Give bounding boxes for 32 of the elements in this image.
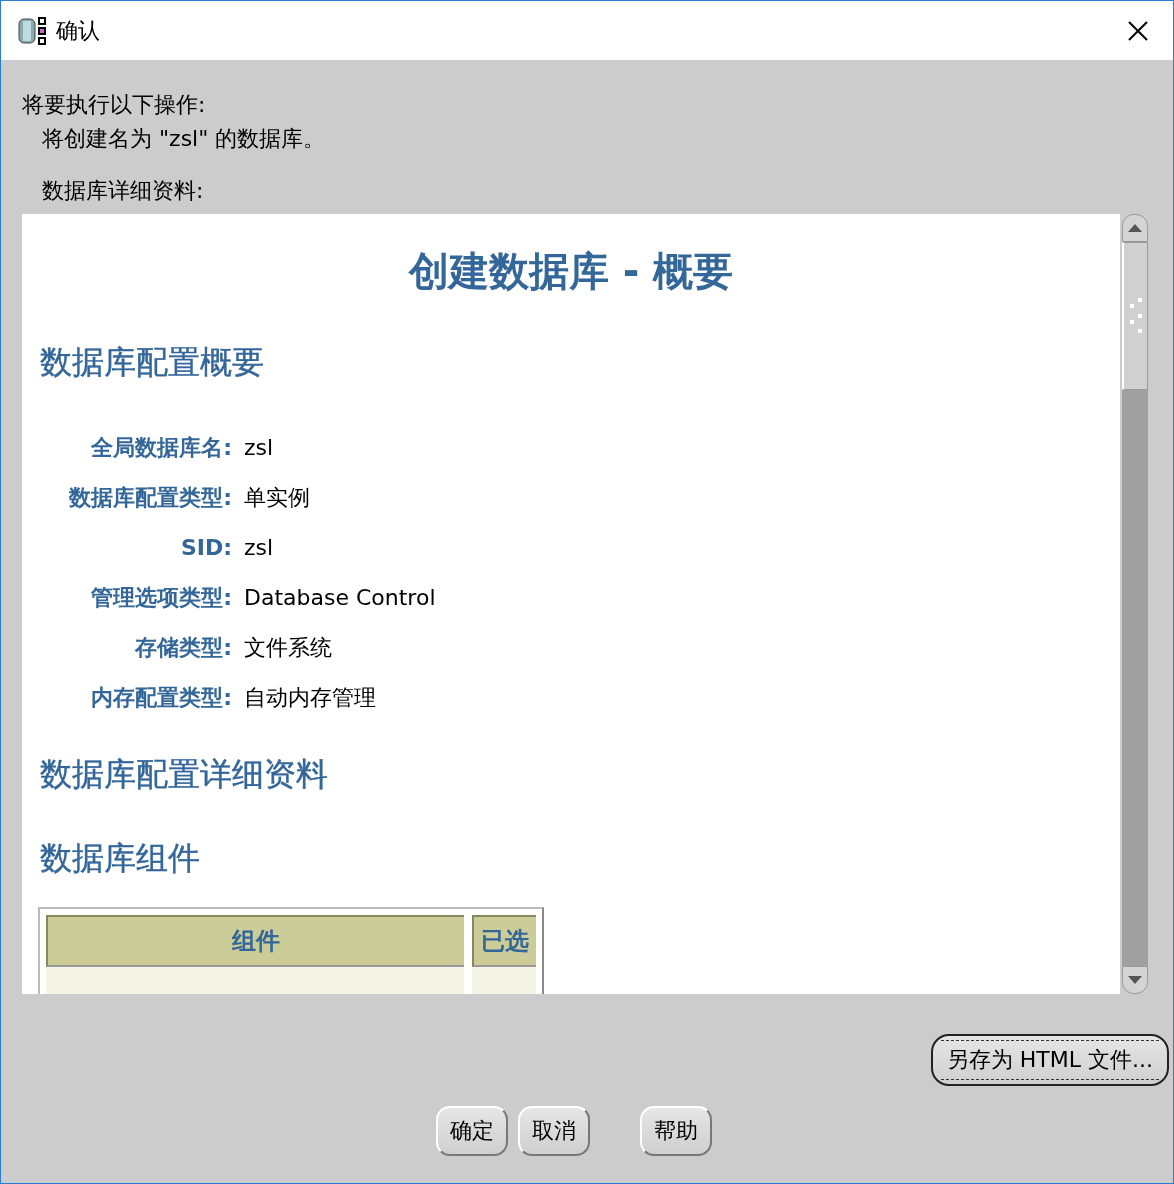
save-html-button[interactable]: 另存为 HTML 文件... [930,1034,1169,1086]
action-text: 将创建名为 "zsl" 的数据库。 [42,125,327,153]
column-header: 组件 [46,915,464,967]
scroll-down-icon[interactable] [1122,966,1148,994]
scrollbar[interactable] [1120,214,1150,994]
field-label: 存储类型: [133,634,232,662]
field-value: Database Control [244,584,437,612]
window-title: 确认 [56,16,100,45]
section-heading: 数据库组件 [40,838,201,879]
dialog-button[interactable]: 取消 [518,1106,590,1156]
details-label: 数据库详细资料: [42,177,205,205]
close-icon[interactable] [1127,19,1149,42]
field-value: zsl [244,534,275,562]
report-title: 创建数据库 - 概要 [407,247,735,296]
scroll-up-icon[interactable] [1122,214,1148,242]
field-value: zsl [244,434,275,462]
intro-text: 将要执行以下操作: [22,91,207,119]
dialog-button[interactable]: 帮助 [640,1106,712,1156]
field-label: 数据库配置类型: [67,484,232,512]
field-value: 单实例 [244,484,311,512]
section-heading: 数据库配置详细资料 [40,754,329,795]
field-label: 全局数据库名: [90,434,232,462]
field-label: 内存配置类型: [90,684,232,712]
dialog-button[interactable]: 确定 [436,1106,508,1156]
section-heading: 数据库配置概要 [40,342,265,383]
field-value: 文件系统 [244,634,333,662]
field-value: 自动内存管理 [244,684,377,712]
grip-icon [1127,298,1144,334]
column-header: 已选 [472,915,536,967]
field-label: 管理选项类型: [90,584,232,612]
field-label: SID: [179,534,232,562]
scroll-thumb[interactable] [1122,242,1148,390]
